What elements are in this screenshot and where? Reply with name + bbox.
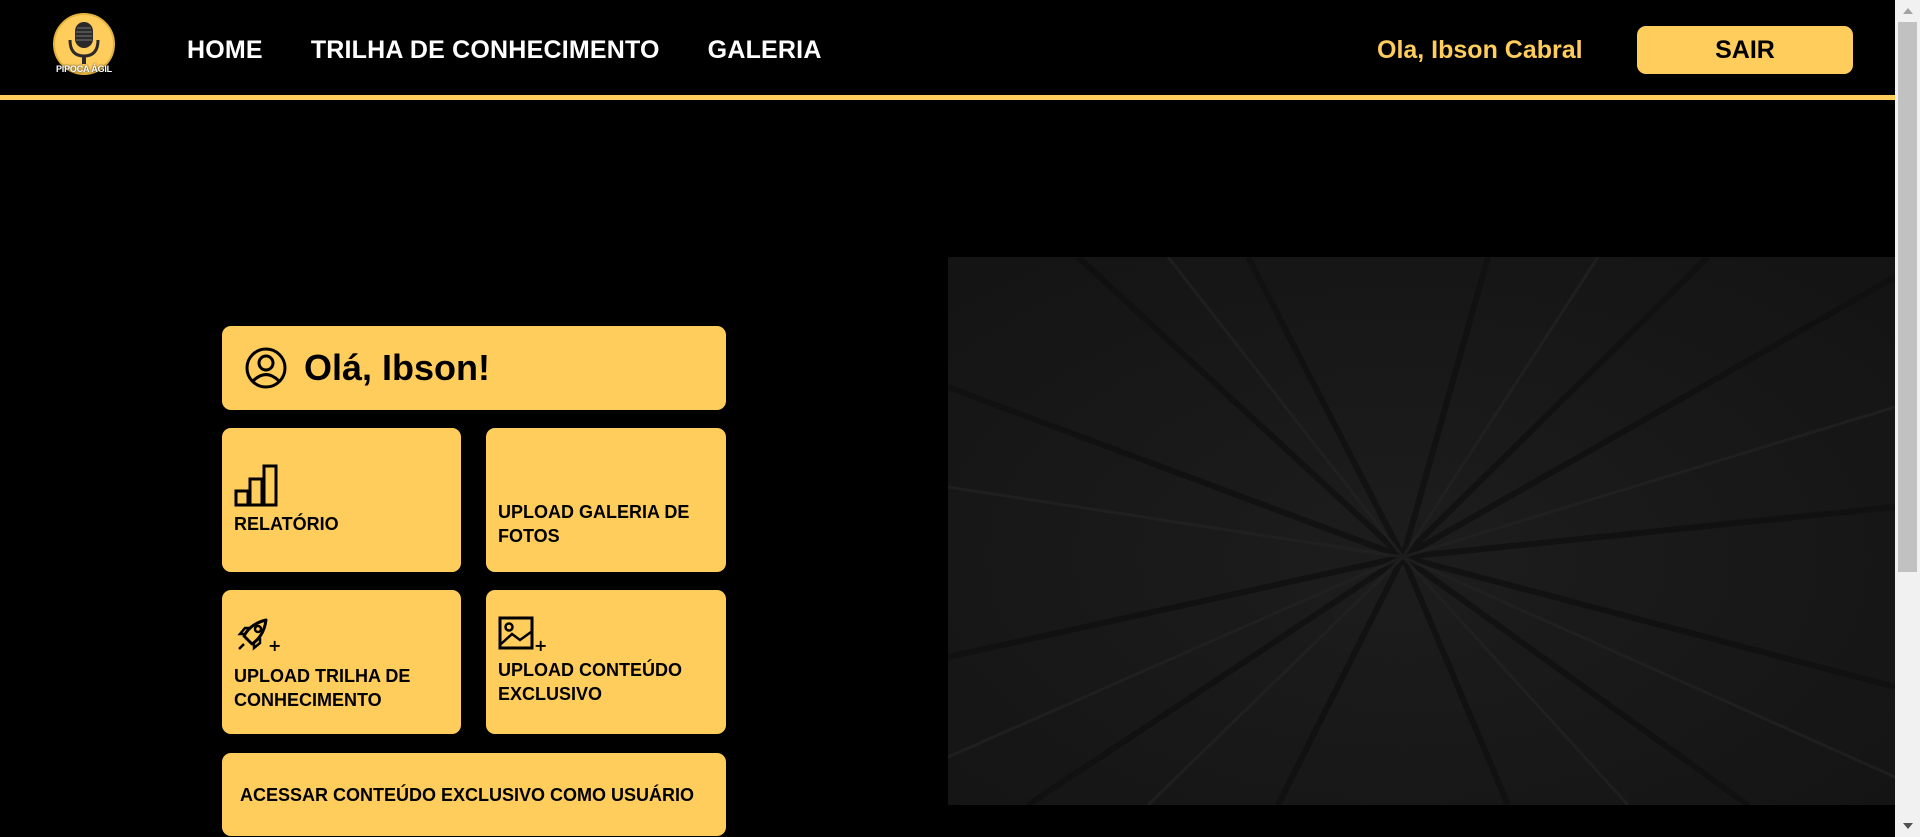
report-label: RELATÓRIO (234, 514, 339, 534)
bar-chart-icon (234, 464, 278, 507)
upload-exclusive-tile[interactable]: + UPLOAD CONTEÚDO EXCLUSIVO (486, 590, 726, 734)
main-nav: HOME TRILHA DE CONHECIMENTO GALERIA (187, 30, 822, 70)
site-logo[interactable]: PIPOCA ÁGIL (48, 12, 120, 80)
user-circle-icon (245, 347, 287, 389)
image-plus-icon (498, 616, 534, 650)
plus-icon: + (534, 636, 548, 655)
upload-trail-tile[interactable]: + UPLOAD TRILHA DE CONHECIMENTO (222, 590, 461, 734)
upload-gallery-tile[interactable]: UPLOAD GALERIA DE FOTOS (486, 428, 726, 572)
welcome-card: Olá, Ibson! (222, 326, 726, 410)
access-exclusive-tile[interactable]: ACESSAR CONTEÚDO EXCLUSIVO COMO USUÁRIO (222, 753, 726, 836)
user-greeting: Ola, Ibson Cabral (1377, 36, 1583, 64)
report-tile[interactable]: RELATÓRIO (222, 428, 461, 572)
hero-banner-image (948, 257, 1895, 805)
welcome-heading: Olá, Ibson! (304, 347, 491, 388)
burst-background (948, 257, 1895, 805)
logo-text: PIPOCA ÁGIL (56, 64, 112, 74)
access-exclusive-label: ACESSAR CONTEÚDO EXCLUSIVO COMO USUÁRIO (240, 785, 695, 805)
scroll-thumb[interactable] (1898, 22, 1917, 572)
nav-galeria[interactable]: GALERIA (708, 30, 822, 70)
page-scrollbar[interactable] (1895, 0, 1920, 837)
top-navbar: PIPOCA ÁGIL HOME TRILHA DE CONHECIMENTO … (0, 0, 1895, 100)
upload-trail-label: UPLOAD TRILHA DE CONHECIMENTO (234, 666, 411, 710)
scroll-down-arrow-icon[interactable] (1903, 823, 1913, 829)
upload-gallery-label: UPLOAD GALERIA DE FOTOS (498, 502, 690, 546)
upload-exclusive-label: UPLOAD CONTEÚDO EXCLUSIVO (498, 660, 682, 704)
plus-icon: + (268, 636, 282, 655)
nav-home[interactable]: HOME (187, 30, 263, 70)
nav-trilha-de-conhecimento[interactable]: TRILHA DE CONHECIMENTO (311, 30, 660, 70)
scroll-up-arrow-icon[interactable] (1903, 8, 1913, 14)
logout-button[interactable]: SAIR (1637, 26, 1853, 74)
